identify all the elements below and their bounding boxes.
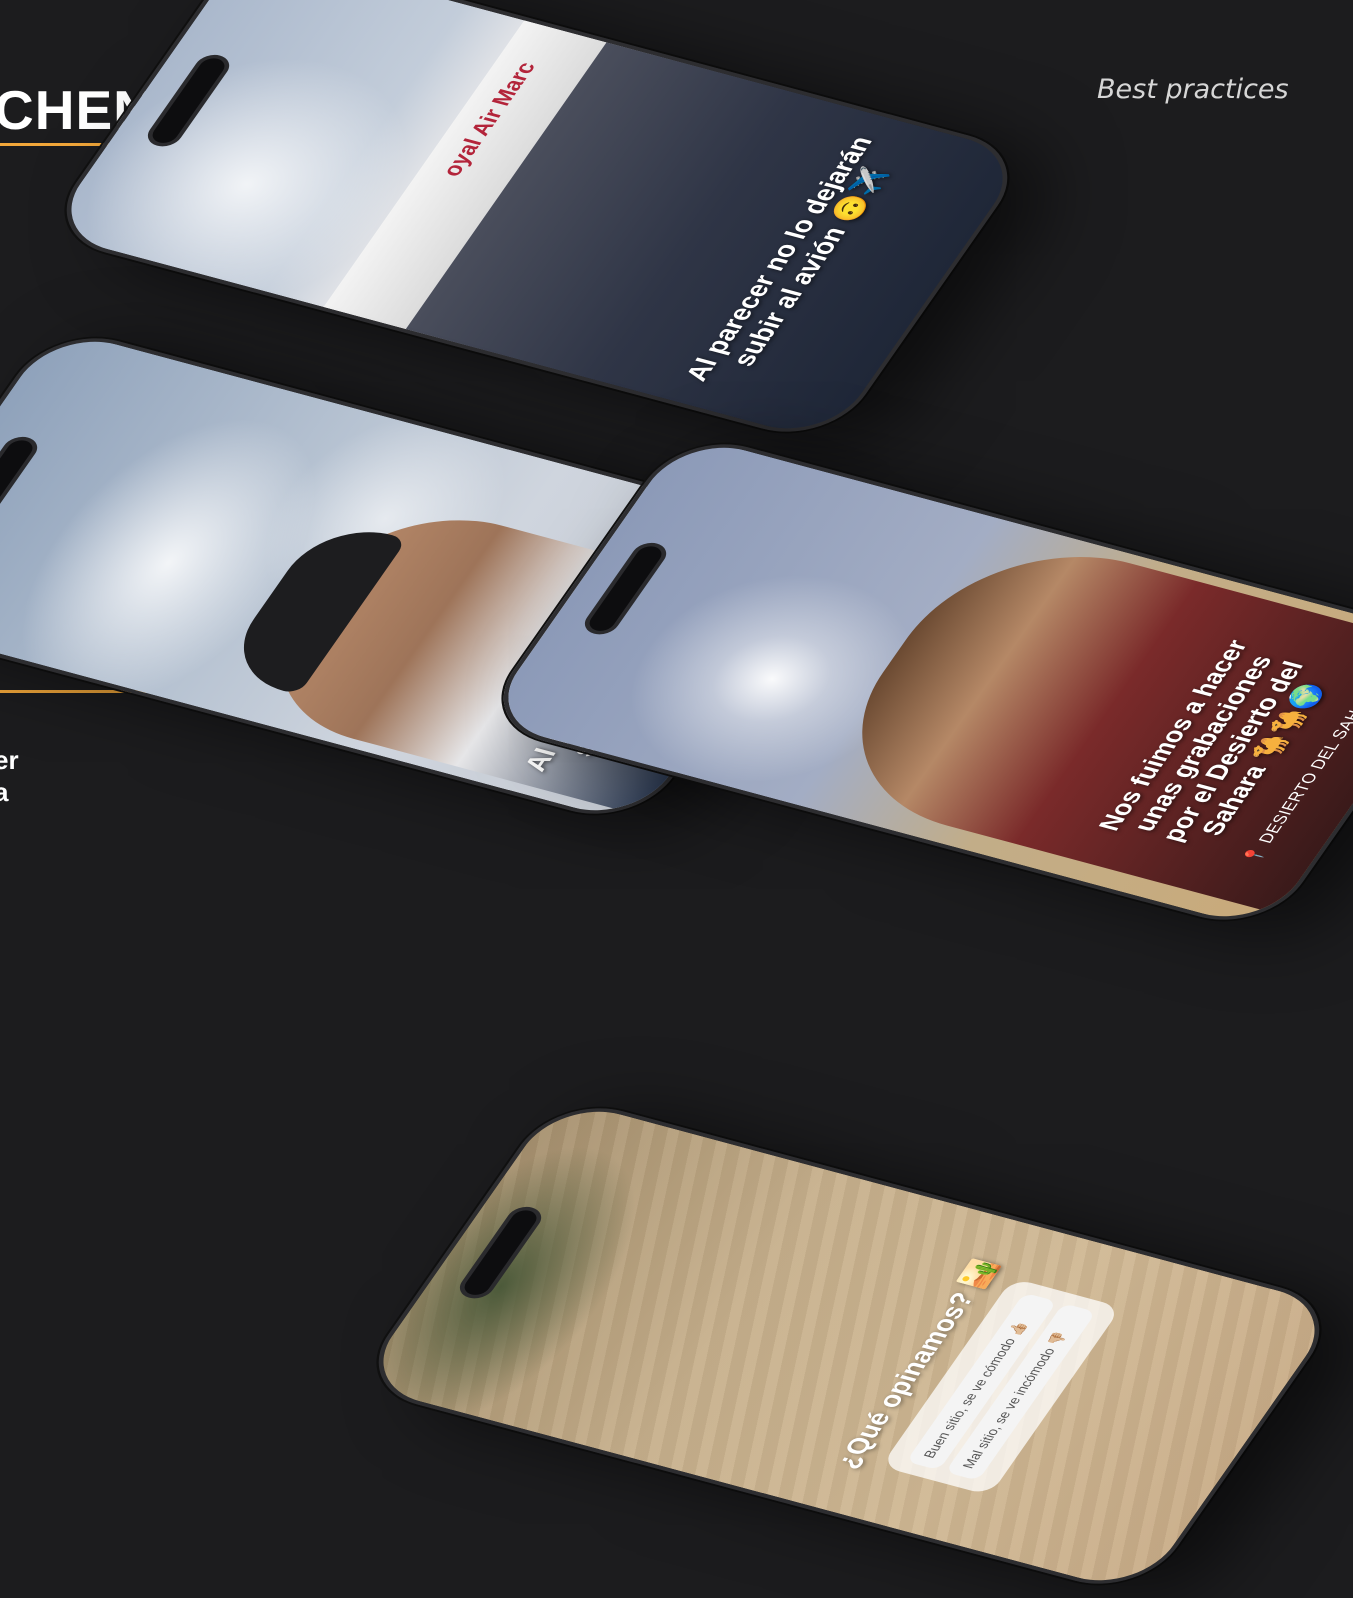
phone-mockup-poll: ¿Qué opinamos? 🏜️ Buen sitio, se ve cómo… xyxy=(351,1093,1347,1598)
section-text: er a xyxy=(0,744,19,808)
section-text-line: er xyxy=(0,745,19,775)
story-photo-sand xyxy=(358,1097,1340,1595)
subtitle: Best practices xyxy=(1097,74,1289,105)
section-text-line: a xyxy=(0,777,9,807)
